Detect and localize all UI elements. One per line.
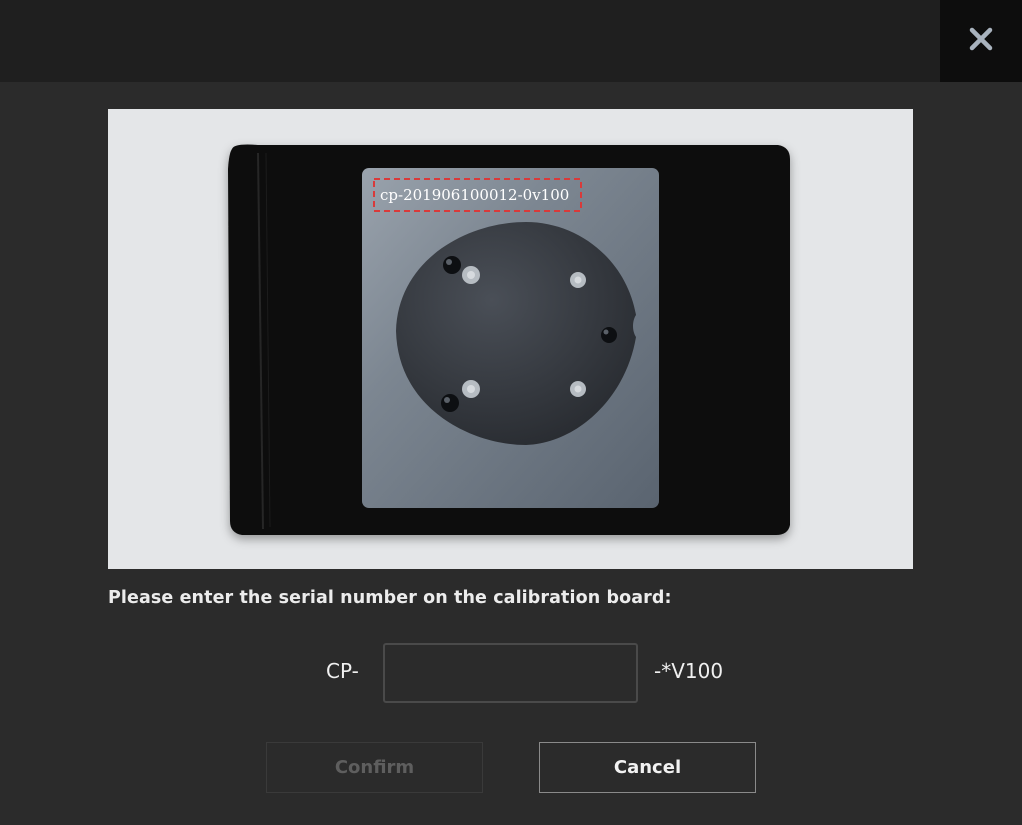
serial-prompt: Please enter the serial number on the ca… [108, 588, 672, 608]
calibration-board-photo: cp-201906100012-0v100 [108, 109, 913, 569]
close-icon [968, 26, 994, 56]
serial-prefix-label: CP- [326, 659, 359, 683]
serial-suffix-label: -*V100 [654, 659, 724, 683]
cancel-button[interactable]: Cancel [539, 742, 756, 793]
photo-serial-text: cp-201906100012-0v100 [380, 186, 569, 204]
dialog-titlebar [0, 0, 1022, 82]
close-button[interactable] [940, 0, 1022, 82]
serial-number-input[interactable] [383, 643, 638, 703]
confirm-button[interactable]: Confirm [266, 742, 483, 793]
